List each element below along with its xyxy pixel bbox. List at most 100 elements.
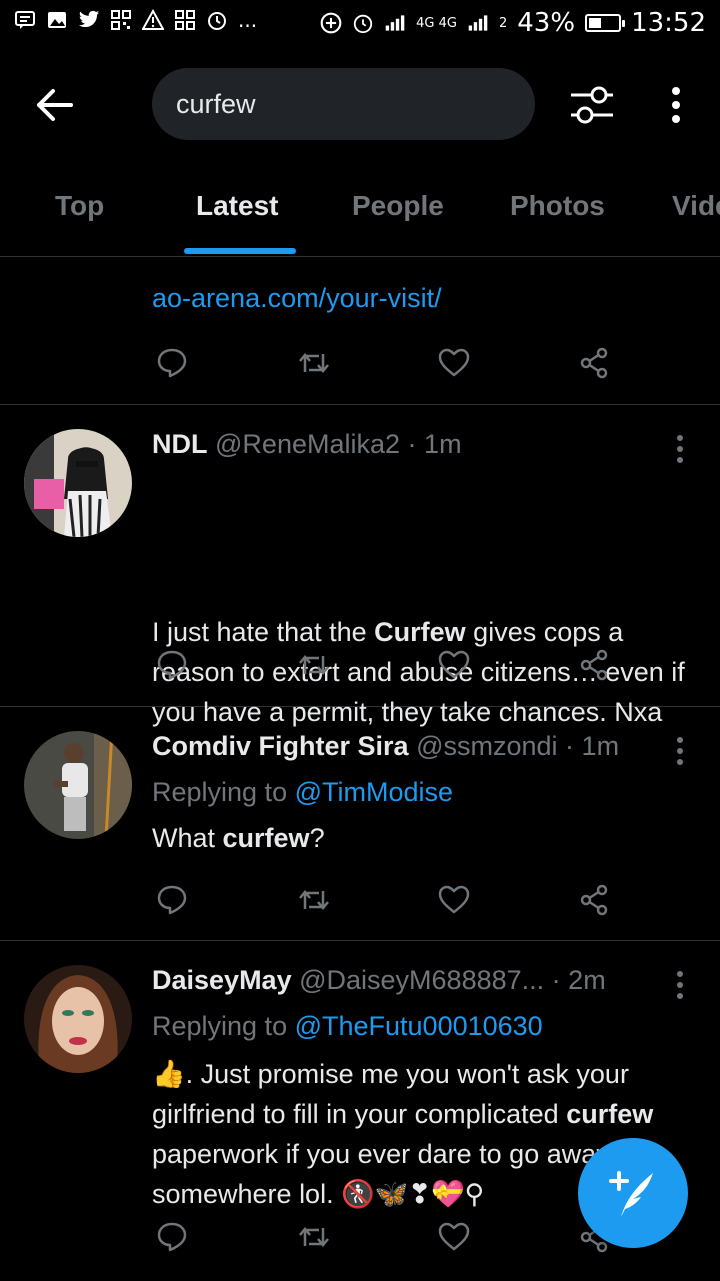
compose-tweet-button[interactable] — [578, 1138, 688, 1248]
signal-icon — [384, 12, 406, 34]
like-button[interactable] — [434, 645, 474, 685]
tweet-text-part: ? — [309, 823, 325, 853]
timestamp: 1m — [424, 429, 462, 459]
tweet-more-button[interactable] — [670, 965, 690, 1005]
heart-icon — [438, 885, 470, 914]
author-name[interactable]: DaiseyMay — [152, 965, 292, 995]
author-handle[interactable]: @ReneMalika2 — [215, 429, 400, 459]
avatar[interactable] — [24, 429, 132, 537]
battery-percent: 43% — [517, 8, 576, 38]
retweet-button[interactable] — [294, 343, 334, 383]
more-options-button[interactable] — [656, 82, 696, 128]
reply-icon — [157, 650, 187, 680]
compose-tweet-icon — [609, 1171, 653, 1217]
retweet-button[interactable] — [294, 1217, 334, 1257]
like-button[interactable] — [434, 343, 474, 383]
like-button[interactable] — [434, 1217, 474, 1257]
tweet[interactable]: Comdiv Fighter Sira @ssmzondi · 1m Reply… — [0, 707, 720, 941]
tab-photos[interactable]: Photos — [510, 190, 605, 222]
search-tabs: Top Latest People Photos Vide — [0, 160, 720, 257]
tweet-actions — [152, 880, 632, 920]
retweet-button[interactable] — [294, 645, 334, 685]
share-button[interactable] — [574, 343, 614, 383]
retweet-button[interactable] — [294, 880, 334, 920]
timestamp: 2m — [568, 965, 606, 995]
search-highlight: curfew — [222, 823, 310, 853]
search-header — [0, 60, 720, 150]
reply-icon — [157, 348, 187, 378]
timestamp: 1m — [581, 731, 620, 761]
tweet-link[interactable]: ao-arena.com/your-visit/ — [152, 283, 442, 314]
reply-icon — [157, 885, 187, 915]
tweet-feed: ao-arena.com/your-visit/ NDL @ReneMalika… — [0, 257, 720, 1281]
twitter-icon — [78, 9, 100, 31]
heart-icon — [438, 1222, 470, 1251]
author-name[interactable]: Comdiv Fighter Sira — [152, 731, 409, 761]
replying-label: Replying to — [152, 1011, 295, 1041]
tweet-more-button[interactable] — [670, 429, 690, 469]
tweet[interactable]: NDL @ReneMalika2 · 1m I just hate that t… — [0, 405, 720, 727]
partial-tweet[interactable]: ao-arena.com/your-visit/ — [0, 257, 720, 405]
qr-icon — [110, 9, 132, 31]
image-icon — [46, 9, 68, 31]
reply-button[interactable] — [152, 343, 192, 383]
more-notifications-icon: ... — [238, 8, 258, 32]
tab-videos[interactable]: Vide — [672, 190, 720, 222]
alarm-icon — [352, 12, 374, 34]
reply-button[interactable] — [152, 645, 192, 685]
status-bar: ... 4G 4G 2 43% 13:52 — [0, 0, 720, 50]
like-button[interactable] — [434, 880, 474, 920]
author-name[interactable]: NDL — [152, 429, 208, 459]
warning-icon — [142, 9, 164, 31]
back-button[interactable] — [30, 82, 80, 128]
message-icon — [14, 9, 36, 31]
reply-button[interactable] — [152, 880, 192, 920]
author-handle[interactable]: @ssmzondi — [416, 731, 557, 761]
share-button[interactable] — [574, 880, 614, 920]
replying-label: Replying to — [152, 777, 295, 807]
search-filter-button[interactable] — [566, 82, 618, 128]
separator: · — [407, 429, 417, 459]
sliders-icon — [571, 86, 613, 124]
tweet-more-button[interactable] — [670, 731, 690, 771]
tweet-header: NDL @ReneMalika2 · 1m — [152, 429, 690, 460]
reply-button[interactable] — [152, 1217, 192, 1257]
tab-people[interactable]: People — [352, 190, 444, 222]
avatar[interactable] — [24, 965, 132, 1073]
clock: 13:52 — [631, 8, 706, 38]
tweet-text-part: 👍. Just promise me you won't ask your gi… — [152, 1059, 629, 1129]
share-icon — [580, 649, 608, 681]
tweet-header: Comdiv Fighter Sira @ssmzondi · 1m — [152, 731, 690, 762]
author-handle[interactable]: @DaiseyM688887... — [299, 965, 544, 995]
mention-link[interactable]: @TimModise — [295, 777, 453, 807]
reply-icon — [157, 1222, 187, 1252]
heart-icon — [438, 348, 470, 377]
tab-latest[interactable]: Latest — [196, 190, 278, 222]
tweet-actions — [152, 1217, 632, 1257]
sim-slot-label: 2 — [498, 15, 508, 31]
kebab-menu-icon — [672, 87, 680, 123]
tab-top[interactable]: Top — [55, 190, 104, 222]
avatar[interactable] — [24, 731, 132, 839]
replying-to: Replying to @TimModise — [152, 777, 453, 808]
separator: · — [551, 965, 561, 995]
search-highlight: curfew — [566, 1099, 654, 1129]
tweet-header: DaiseyMay @DaiseyM688887... · 2m — [152, 965, 690, 996]
tweet-body: What curfew? — [152, 818, 697, 858]
tweet-actions — [152, 343, 632, 383]
share-icon — [580, 347, 608, 379]
battery-icon — [585, 14, 626, 32]
search-input[interactable] — [176, 86, 506, 122]
retweet-icon — [299, 890, 329, 910]
separator: · — [565, 731, 575, 761]
battery-level — [589, 18, 602, 28]
share-icon — [580, 884, 608, 916]
share-button[interactable] — [574, 645, 614, 685]
kebab-menu-icon — [677, 737, 683, 765]
kebab-menu-icon — [677, 435, 683, 463]
alarm-icon — [206, 9, 228, 31]
network-type-label: 4G 4G — [416, 15, 457, 31]
mention-link[interactable]: @TheFutu00010630 — [295, 1011, 543, 1041]
search-box[interactable] — [152, 68, 535, 140]
tweet-text-part: paperwork if you ever dare to go away so… — [152, 1139, 610, 1209]
